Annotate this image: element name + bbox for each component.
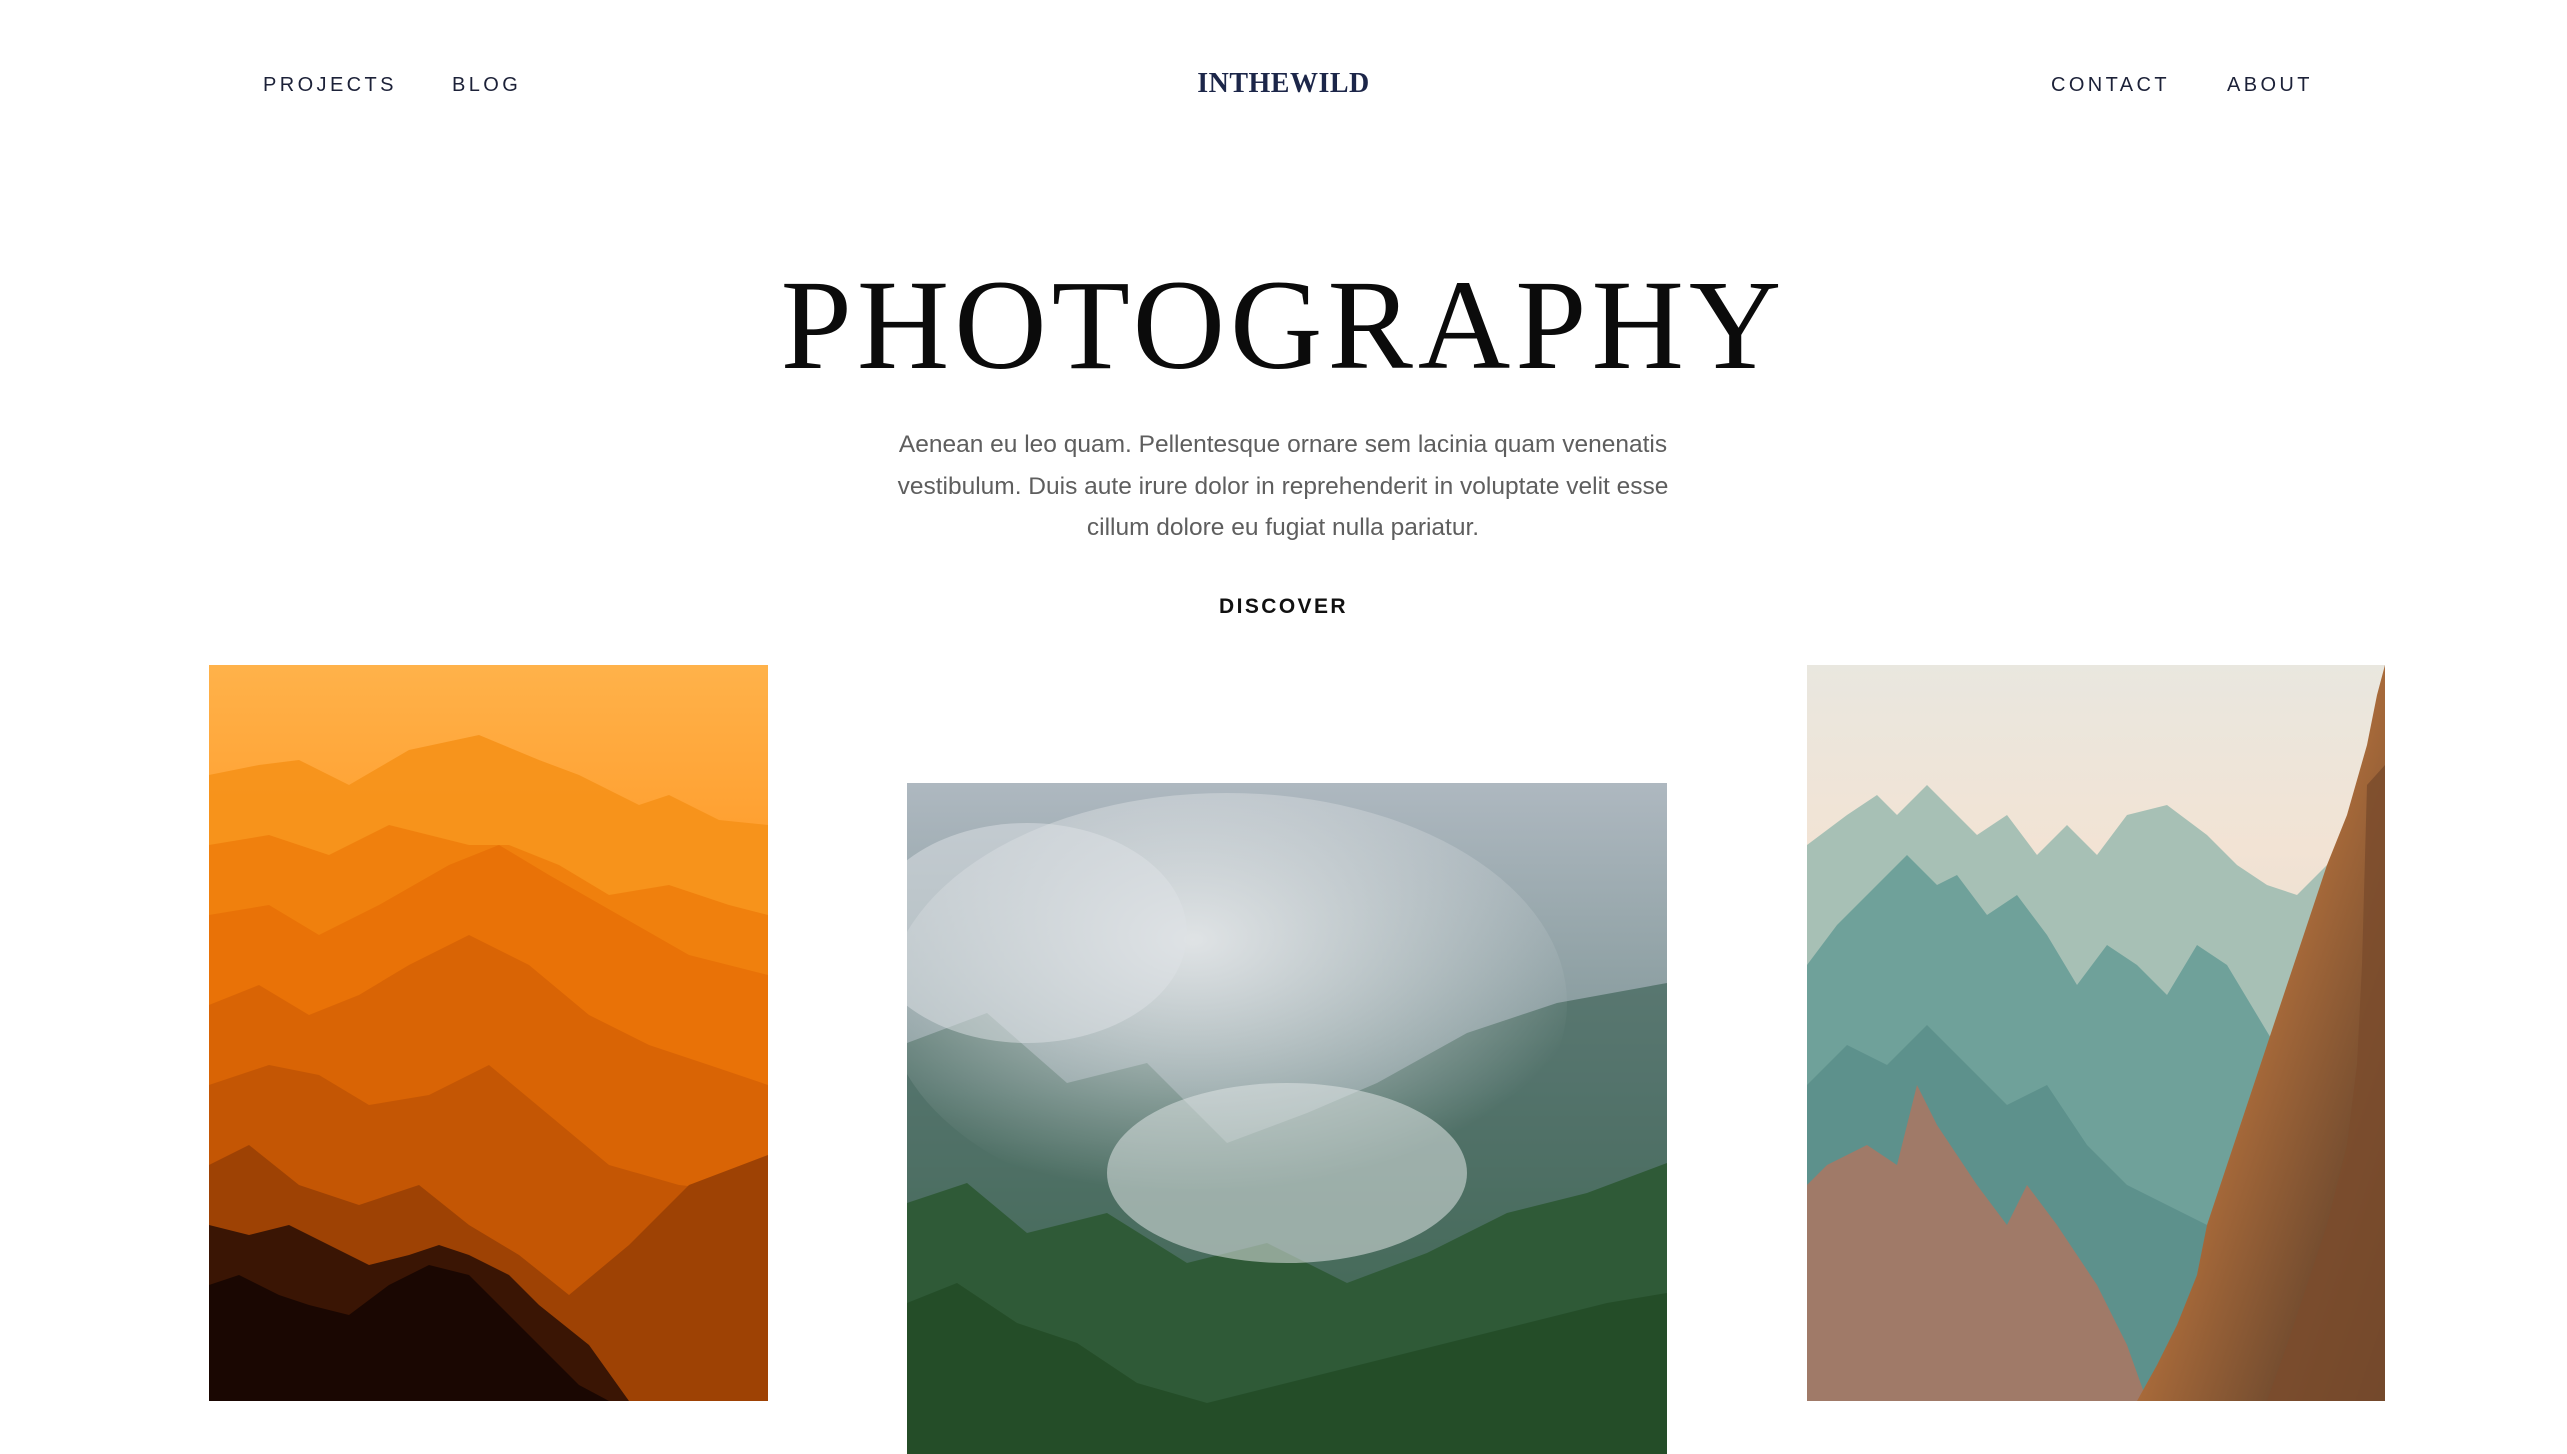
page-title: PHOTOGRAPHY [780,254,1787,396]
foggy-forest-image [907,783,1667,1454]
site-logo[interactable]: INTHEWILD [0,66,2567,102]
orange-mountains-image [209,665,768,1401]
nav-link-contact[interactable]: CONTACT [2051,72,2170,98]
teal-peaks-image [1807,665,2385,1401]
gallery-photo-orange-mountains[interactable] [209,665,768,1401]
nav-link-about[interactable]: ABOUT [2227,72,2313,98]
gallery-photo-foggy-forest[interactable] [907,783,1667,1454]
discover-link[interactable]: DISCOVER [0,594,2567,620]
hero-description: Aenean eu leo quam. Pellentesque ornare … [897,431,1669,541]
gallery-photo-teal-peaks[interactable] [1807,665,2385,1401]
